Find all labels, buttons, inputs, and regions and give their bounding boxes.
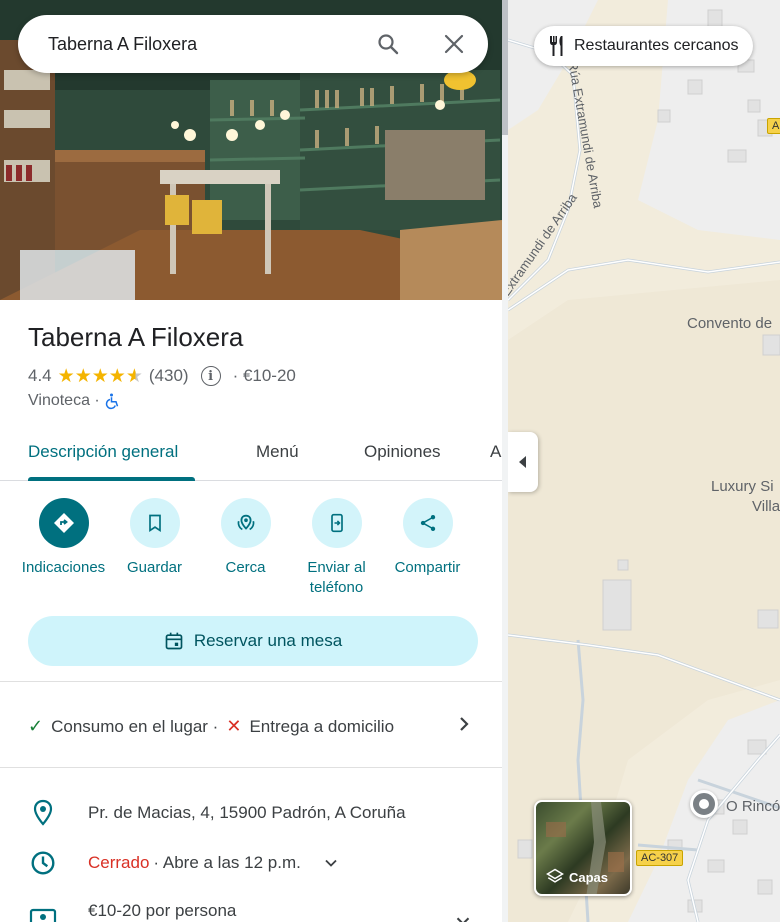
bookmark-icon [148,514,161,533]
dine-in-label: Consumo en el lugar · [51,716,219,736]
star-rating: ★ ★ ★ ★ ★ [58,367,143,386]
share-label: Compartir [394,559,461,576]
divider [0,767,502,768]
service-options-row[interactable]: ✓ Consumo en el lugar · ✕ Entrega a domi… [28,716,394,737]
tab-overview[interactable]: Descripción general [28,442,178,462]
tab-bar: Descripción general Menú Opiniones A [0,426,502,481]
search-input[interactable] [48,33,368,55]
send-to-phone-icon [330,513,343,533]
info-icon[interactable]: i [200,366,221,386]
save-button[interactable]: Guardar [109,498,200,598]
opening-hours: · Abre a las 12 p.m. [153,853,301,872]
star-icon: ★ [91,365,109,387]
rating-value: 4.4 [28,366,52,385]
directions-icon [53,513,74,533]
place-title: Taberna A Filoxera [28,322,244,352]
money-icon [29,908,57,922]
chevron-down-icon[interactable] [452,910,474,922]
price-per-person: €10-20 por persona [88,901,237,920]
tab-reviews[interactable]: Opiniones [364,442,441,462]
star-icon: ★ [108,365,126,387]
map-canvas [508,0,780,922]
directions-label: Indicaciones [21,559,106,576]
category-label[interactable]: Vinoteca · [28,392,100,410]
road-badge-small: A [767,118,780,134]
layers-button[interactable]: Capas [534,800,632,896]
category-row: Vinoteca · [28,392,122,410]
calendar-icon [165,632,183,650]
nearby-button[interactable]: Cerca [200,498,291,598]
layers-label: Capas [569,869,609,885]
address-text: Pr. de Macias, 4, 15900 Padrón, A Coruña [88,803,406,822]
chevron-down-icon[interactable] [321,853,341,873]
poi-label-convento: Convento de [687,315,773,332]
collapse-panel-button[interactable] [508,432,538,492]
hours-row[interactable]: Cerrado · Abre a las 12 p.m. [28,848,341,878]
close-icon[interactable] [442,32,466,56]
tab-about[interactable]: A [490,442,501,462]
place-panel: Taberna A Filoxera 4.4 ★ ★ ★ ★ ★ (430) i… [0,0,502,922]
active-tab-indicator [28,477,195,481]
cross-icon: ✕ [226,716,242,736]
scrollbar-track[interactable] [502,0,508,922]
poi-label-villa: Villa [752,498,780,515]
chip-label: Restaurantes cercanos [574,37,739,54]
share-icon [420,515,435,531]
nearby-icon [237,514,254,531]
tab-menu[interactable]: Menú [256,442,299,462]
map-pin-icon[interactable] [690,790,718,818]
clock-icon [31,851,55,875]
send-to-phone-label: Enviar al teléfono [307,559,366,596]
caret-left-icon [519,456,526,468]
chevron-right-icon[interactable] [452,712,476,736]
road-badge: AC-307 [636,850,684,866]
price-row[interactable]: €10-20 por persona [28,896,236,922]
search-bar [18,15,488,73]
half-star-icon: ★ [125,365,143,387]
directions-button[interactable]: Indicaciones [18,498,109,598]
star-icon: ★ [74,365,92,387]
star-icon: ★ [57,365,75,387]
reserve-label: Reservar una mesa [193,631,343,650]
address-row[interactable]: Pr. de Macias, 4, 15900 Padrón, A Coruña [28,798,406,828]
action-buttons: Indicaciones Guardar Cerca Enviar al tel… [18,498,473,598]
divider [0,681,502,682]
share-button[interactable]: Compartir [382,498,473,598]
poi-label-luxury: Luxury Si [711,478,774,495]
rating-row: 4.4 ★ ★ ★ ★ ★ (430) i · €10-20 [28,366,296,386]
location-pin-icon [33,799,53,826]
search-icon[interactable] [376,32,400,56]
save-label: Guardar [126,559,183,576]
send-to-phone-button[interactable]: Enviar al teléfono [291,498,382,598]
scrollbar-thumb[interactable] [502,0,508,135]
reserve-table-button[interactable]: Reservar una mesa [28,616,478,666]
delivery-label: Entrega a domicilio [249,716,395,736]
poi-label-rincon: O Rincó [726,798,780,815]
cutlery-icon [550,36,563,56]
layers-icon [546,868,564,883]
price-range: · €10-20 [232,366,296,385]
wheelchair-icon [105,393,118,410]
map-area[interactable]: Rúa Extramundi de Arriba Extramundi de A… [508,0,780,922]
nearby-restaurants-chip[interactable]: Restaurantes cercanos [534,26,753,66]
review-count[interactable]: (430) [149,366,189,386]
open-status: Cerrado [88,853,150,872]
nearby-label: Cerca [225,559,266,576]
check-icon: ✓ [28,716,44,736]
